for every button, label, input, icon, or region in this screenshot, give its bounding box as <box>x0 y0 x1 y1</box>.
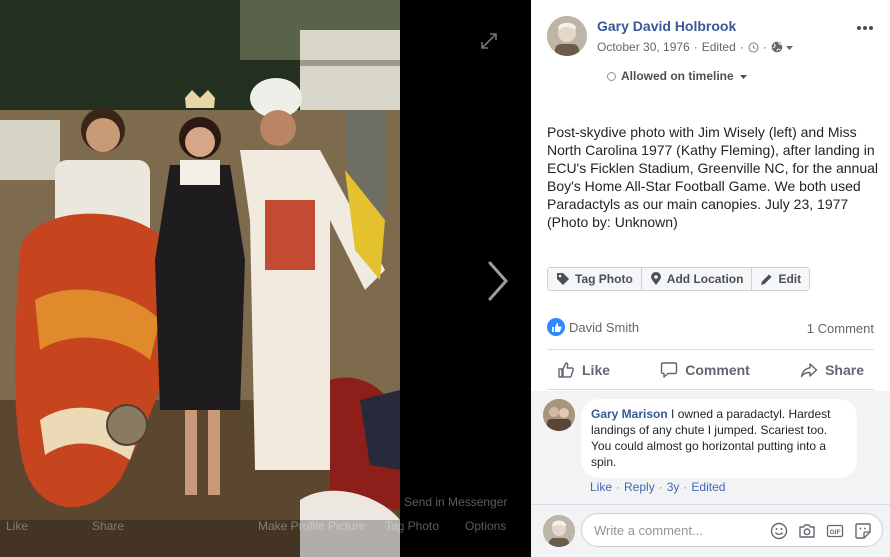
overlay-like-link[interactable]: Like <box>6 519 28 533</box>
post-photo[interactable] <box>0 0 400 557</box>
comment-reply-link[interactable]: Reply <box>624 480 655 494</box>
tag-photo-label: Tag Photo <box>575 272 633 286</box>
post-action-buttons: Like Comment Share <box>547 352 874 388</box>
timeline-visibility-selector[interactable]: Allowed on timeline <box>607 69 748 83</box>
tag-icon <box>557 273 569 285</box>
add-location-label: Add Location <box>666 272 744 286</box>
divider <box>547 349 874 350</box>
camera-icon[interactable] <box>798 522 816 540</box>
post-meta: October 30, 1976 · Edited · · <box>597 40 794 54</box>
comment-count-link[interactable]: 1 Comment <box>807 321 874 336</box>
add-location-button[interactable]: Add Location <box>641 268 753 290</box>
comment-actions: Like · Reply · 3y · Edited <box>590 480 725 494</box>
comment-button-label: Comment <box>685 362 750 378</box>
send-in-messenger-link[interactable]: Send in Messenger <box>404 495 507 509</box>
meta-separator: · <box>693 40 698 54</box>
make-profile-picture-link[interactable]: Make Profile Picture <box>258 519 365 533</box>
commenter-name[interactable]: Gary Marison <box>591 407 668 421</box>
meta-separator: · <box>739 40 744 54</box>
emoji-icon[interactable] <box>770 522 788 540</box>
divider <box>547 389 874 390</box>
post-details-panel: Gary David Holbrook October 30, 1976 · E… <box>531 0 890 557</box>
comment-edited-link[interactable]: Edited <box>691 480 725 494</box>
circle-icon <box>607 71 616 81</box>
photo-actions-bar: Tag Photo Add Location Edit <box>547 267 811 291</box>
thumbs-up-icon <box>558 362 574 378</box>
like-button-label: Like <box>582 362 611 378</box>
liker-name: David Smith <box>569 319 640 335</box>
comment-bubble: Gary Marison I owned a paradactyl. Harde… <box>581 399 857 478</box>
caret-down-icon <box>739 74 747 79</box>
next-photo-button[interactable] <box>482 258 514 304</box>
separator: · <box>658 480 663 494</box>
like-reaction-icon <box>547 318 565 336</box>
svg-text:GIF: GIF <box>830 529 841 536</box>
photo-overlay-actions: Send in Messenger Like Share Make Profil… <box>0 480 531 557</box>
post-caption: Post-skydive photo with Jim Wisely (left… <box>547 124 879 230</box>
current-user-avatar <box>543 515 575 547</box>
meta-separator: · <box>762 40 767 54</box>
photo-illustration <box>0 0 400 557</box>
pencil-icon <box>761 274 772 285</box>
author-name[interactable]: Gary David Holbrook <box>597 18 736 34</box>
comment-button[interactable]: Comment <box>650 352 760 388</box>
chevron-right-icon <box>488 261 509 301</box>
composer-icons: GIF <box>770 522 872 540</box>
like-button[interactable]: Like <box>547 352 620 388</box>
gif-icon[interactable]: GIF <box>826 522 844 540</box>
reaction-summary[interactable]: David Smith <box>547 318 639 336</box>
overlay-tag-photo-link[interactable]: Tag Photo <box>385 519 439 533</box>
more-options-button[interactable] <box>856 14 874 37</box>
author-avatar[interactable] <box>547 16 587 56</box>
ellipsis-icon <box>857 26 873 30</box>
caret-down-icon <box>785 45 793 50</box>
sticker-icon[interactable] <box>854 522 872 540</box>
comment-icon <box>661 362 678 378</box>
expand-icon[interactable] <box>478 31 500 53</box>
overlay-share-link[interactable]: Share <box>92 519 124 533</box>
clock-icon <box>748 41 759 53</box>
globe-icon <box>771 41 783 53</box>
comment-composer: GIF <box>531 504 890 557</box>
edit-photo-button[interactable]: Edit <box>752 268 810 290</box>
audience-selector[interactable] <box>771 41 794 53</box>
share-arrow-icon <box>800 363 818 378</box>
separator: · <box>616 480 621 494</box>
photo-viewer: Send in Messenger Like Share Make Profil… <box>0 0 531 557</box>
commenter-avatar[interactable] <box>543 399 575 431</box>
share-button[interactable]: Share <box>790 352 874 388</box>
edit-label: Edit <box>778 272 802 286</box>
overlay-options-link[interactable]: Options <box>465 519 506 533</box>
comment-like-link[interactable]: Like <box>590 480 612 494</box>
edited-label[interactable]: Edited <box>702 40 736 54</box>
separator: · <box>683 480 688 494</box>
location-pin-icon <box>650 272 661 285</box>
timeline-label: Allowed on timeline <box>621 69 734 83</box>
tag-photo-button[interactable]: Tag Photo <box>548 268 642 290</box>
comment-age[interactable]: 3y <box>667 480 680 494</box>
post-date[interactable]: October 30, 1976 <box>597 40 690 54</box>
share-button-label: Share <box>825 362 864 378</box>
